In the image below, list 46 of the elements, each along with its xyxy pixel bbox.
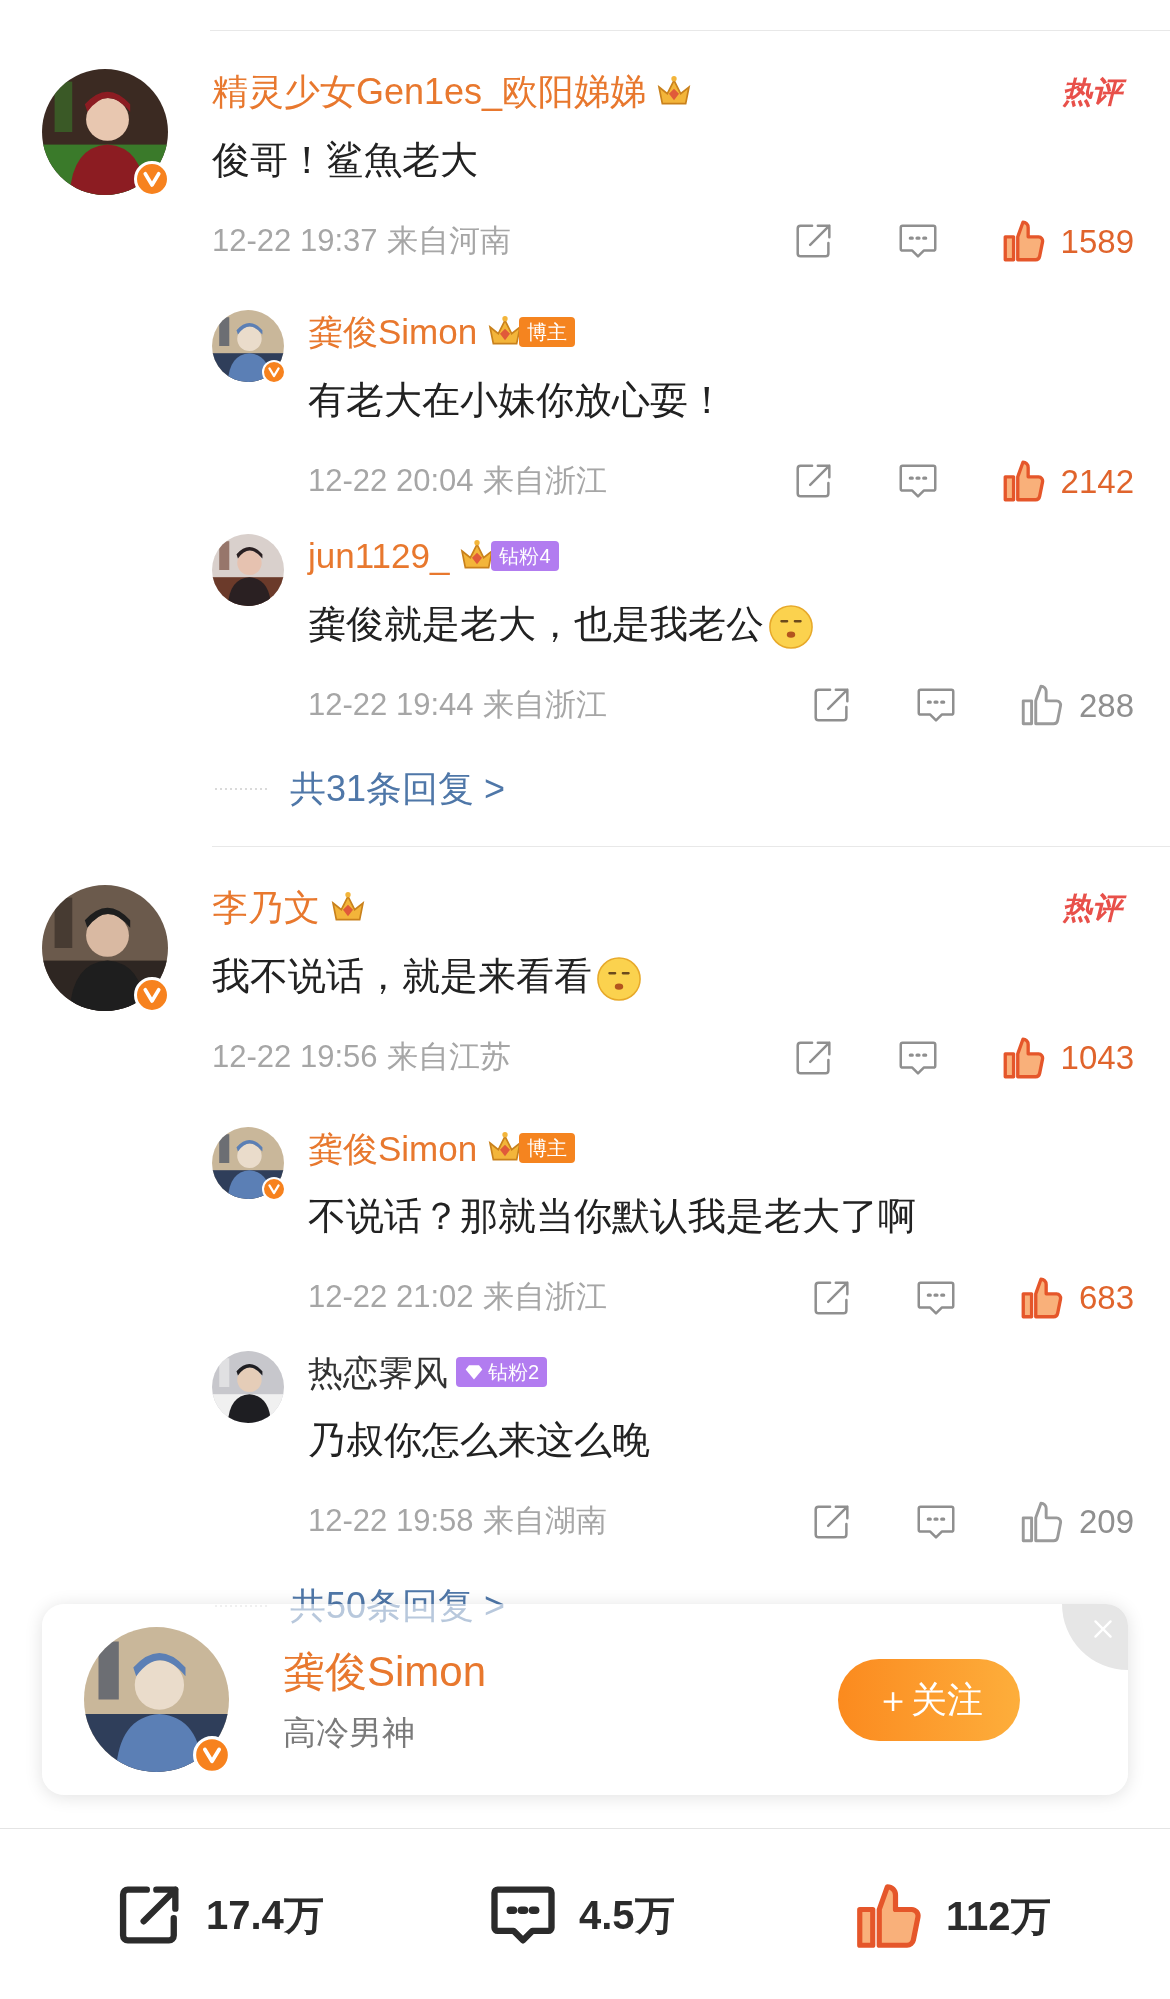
location-text: 来自江苏 <box>387 1038 512 1077</box>
more-replies-link[interactable]: 共31条回复 > <box>290 762 506 817</box>
emoji-icon <box>596 956 642 1003</box>
action-count: 17.4万 <box>206 1892 324 1939</box>
location-text: 来自湖南 <box>483 1502 608 1541</box>
timestamp: 12-22 19:44 <box>308 686 474 724</box>
like-count: 209 <box>1078 1501 1134 1542</box>
reply-text: 乃叔你怎么来这么晚 <box>308 1418 651 1464</box>
location-text: 来自河南 <box>387 222 512 260</box>
follow-button[interactable]: ＋关注 <box>838 1658 1020 1741</box>
comment-text: 俊哥！鲨魚老大 <box>212 138 479 183</box>
like-count: 2142 <box>1060 461 1134 502</box>
hot-label: 热评 <box>1058 69 1130 114</box>
more-replies-link[interactable]: 共50条回复 > <box>290 1578 506 1633</box>
timestamp: 12-22 19:37 <box>212 222 378 260</box>
user-name[interactable]: 龚俊Simon <box>308 1126 478 1171</box>
timestamp: 12-22 19:56 <box>212 1038 378 1077</box>
user-name[interactable]: 龚俊Simon <box>283 1645 487 1699</box>
reply-text: 不说话？那就当你默认我是老大了啊 <box>308 1194 917 1240</box>
action-count: 112万 <box>946 1893 1051 1940</box>
user-name[interactable]: 龚俊Simon <box>308 310 478 354</box>
user-name[interactable]: jun1129_ <box>308 534 450 578</box>
location-text: 来自浙江 <box>483 1278 608 1317</box>
user-name[interactable]: 李乃文 <box>212 885 320 931</box>
reply-text: 龚俊就是老大，也是我老公 <box>308 598 1170 651</box>
like-count: 1043 <box>1060 1037 1134 1078</box>
comment-text: 我不说话，就是来看看 <box>212 950 1170 1003</box>
timestamp: 12-22 20:04 <box>308 462 474 500</box>
timestamp: 12-22 21:02 <box>308 1278 474 1317</box>
location-text: 来自浙江 <box>483 686 608 724</box>
user-name[interactable]: 精灵少女Gen1es_欧阳娣娣 <box>212 69 647 114</box>
tag: 钻粉4 <box>491 541 559 572</box>
user-bio: 高冷男神 <box>283 1713 416 1754</box>
like-count: 288 <box>1078 685 1134 726</box>
emoji-icon <box>768 603 814 650</box>
tag: 博主 <box>519 317 576 348</box>
timestamp: 12-22 19:58 <box>308 1502 474 1541</box>
tag: 博主 <box>519 1133 576 1164</box>
reply-text: 有老大在小妹你放心耍！ <box>308 378 727 423</box>
tag: 钻粉2 <box>456 1357 548 1388</box>
like-count: 683 <box>1078 1277 1134 1318</box>
user-name[interactable]: 热恋霁风 <box>308 1350 448 1395</box>
action-count: 4.5万 <box>579 1892 675 1939</box>
hot-label: 热评 <box>1058 885 1130 931</box>
location-text: 来自浙江 <box>483 462 608 500</box>
like-count: 1589 <box>1060 221 1134 262</box>
